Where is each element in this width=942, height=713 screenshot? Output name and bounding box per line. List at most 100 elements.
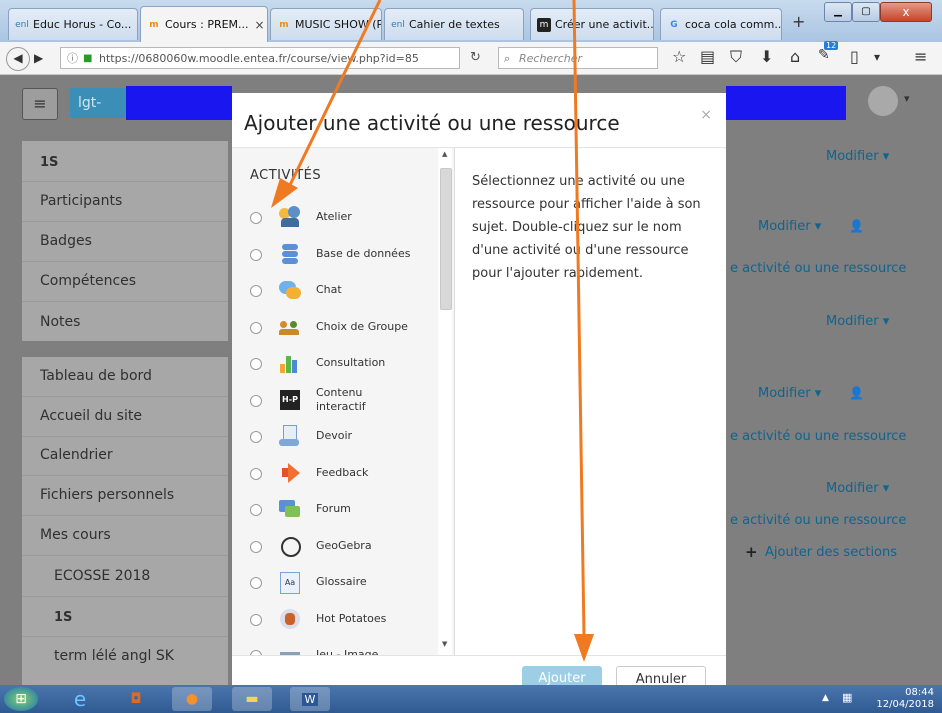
activity-label: Feedback [316, 466, 369, 479]
activity-radio[interactable] [250, 358, 262, 370]
activity-option[interactable]: H-P Contenu interactif [232, 385, 438, 415]
activity-option[interactable]: Jeu - Image [232, 640, 438, 656]
sidebar-item-private-files[interactable]: Fichiers personnels [40, 487, 174, 503]
activity-radio[interactable] [250, 431, 262, 443]
scroll-up-icon[interactable]: ▲ [442, 150, 447, 158]
activity-option[interactable]: Chat [232, 275, 438, 305]
tray-arrow-icon[interactable]: ▲ [822, 693, 829, 703]
forward-button[interactable]: ▶ [34, 51, 43, 65]
activity-radio[interactable] [250, 577, 262, 589]
word-icon[interactable]: W [290, 687, 330, 711]
user-icon: 👤 [849, 219, 864, 233]
back-button[interactable]: ◀ [6, 47, 30, 71]
tab-coca-cola[interactable]: Gcoca cola comm... [660, 8, 782, 40]
sidebar-item-course-term[interactable]: term lélé angl SK [54, 648, 174, 664]
activity-option[interactable]: Aa Glossaire [232, 567, 438, 597]
sidebar-item-site-home[interactable]: Accueil du site [40, 408, 142, 424]
pocket-icon[interactable]: ⛉ [730, 47, 742, 67]
activity-option[interactable]: Forum [232, 494, 438, 524]
activity-option[interactable]: Consultation [232, 348, 438, 378]
sidebar-item-my-courses[interactable]: Mes cours [40, 527, 111, 543]
sidebar-item-dashboard[interactable]: Tableau de bord [40, 368, 152, 384]
sidebar-item-competences[interactable]: Compétences [40, 273, 136, 289]
start-button[interactable]: ⊞ [4, 687, 38, 711]
url-bar[interactable]: ⓘ ■ https://0680060w.moodle.entea.fr/cou… [60, 47, 460, 69]
dialog-body: ACTIVITÉS Atelier Base de données Chat Choi… [232, 147, 726, 656]
sidebar-item-badges[interactable]: Badges [40, 233, 92, 249]
activity-option[interactable]: Base de données [232, 239, 438, 269]
activity-radio[interactable] [250, 322, 262, 334]
list-scrollbar[interactable]: ▲ ▼ [438, 148, 452, 656]
tab-label: coca cola comm... [685, 18, 782, 31]
avatar[interactable] [868, 86, 898, 116]
add-activity-link[interactable]: e activité ou une ressource [730, 513, 906, 528]
activity-label: Choix de Groupe [316, 320, 408, 333]
sidebar-item-1s[interactable]: 1S [40, 155, 58, 170]
internet-explorer-icon[interactable]: e [60, 687, 100, 711]
nav-drawer-button[interactable]: ≡ [22, 88, 58, 120]
site-name[interactable]: lgt- [70, 88, 130, 118]
activity-radio[interactable] [250, 285, 262, 297]
activity-option[interactable]: GeoGebra [232, 531, 438, 561]
activity-option[interactable]: Devoir [232, 421, 438, 451]
activity-radio[interactable] [250, 541, 262, 553]
activity-option[interactable]: Atelier [232, 202, 438, 232]
activity-option[interactable]: Feedback [232, 458, 438, 488]
edit-menu[interactable]: Modifier ▾ [758, 219, 821, 234]
divider [22, 475, 228, 476]
minimize-button[interactable]: ▁ [824, 2, 852, 22]
sidebar-item-course-1s[interactable]: 1S [54, 610, 72, 625]
bookmark-star-icon[interactable]: ☆ [672, 47, 686, 66]
tab-cahier-de-textes[interactable]: enl Cahier de textes [384, 8, 524, 40]
new-tab-button[interactable]: + [792, 12, 805, 31]
hamburger-menu-icon[interactable]: ≡ [914, 47, 927, 66]
sidebar-item-course-ecosse[interactable]: ECOSSE 2018 [54, 568, 150, 584]
chevron-down-icon[interactable]: ▾ [904, 92, 910, 105]
extension-icon[interactable]: ✎ 12 [818, 41, 839, 63]
download-icon[interactable]: ⬇ [760, 47, 773, 66]
file-explorer-icon[interactable]: ▬ [232, 687, 272, 711]
activity-option[interactable]: Choix de Groupe [232, 312, 438, 342]
info-icon[interactable]: ⓘ [67, 48, 78, 68]
sidebar-item-notes[interactable]: Notes [40, 314, 80, 330]
close-tab-icon[interactable]: × [249, 18, 265, 32]
edit-menu[interactable]: Modifier ▾ [758, 386, 821, 401]
activity-radio[interactable] [250, 468, 262, 480]
sidebar-item-participants[interactable]: Participants [40, 193, 122, 209]
firefox-icon[interactable]: ● [172, 687, 212, 711]
scroll-down-icon[interactable]: ▼ [442, 640, 447, 648]
chevron-down-icon[interactable]: ▾ [874, 50, 880, 64]
maximize-button[interactable]: ▢ [852, 2, 880, 22]
scroll-thumb[interactable] [440, 168, 452, 310]
add-activity-link[interactable]: e activité ou une ressource [730, 429, 906, 444]
activity-radio[interactable] [250, 249, 262, 261]
tab-creer-activite[interactable]: m Créer une activit... [530, 8, 654, 40]
reload-icon[interactable]: ↻ [470, 50, 481, 65]
clock[interactable]: 08:44 12/04/2018 [876, 687, 934, 711]
close-icon[interactable]: × [700, 107, 712, 123]
tab-cours[interactable]: m Cours : PREM... × [140, 6, 268, 42]
home-icon[interactable]: ⌂ [790, 47, 800, 66]
tab-label: Cours : PREM... [165, 18, 249, 31]
edit-menu[interactable]: Modifier ▾ [826, 314, 889, 329]
edit-menu[interactable]: Modifier ▾ [826, 149, 889, 164]
sidebar-item-calendar[interactable]: Calendrier [40, 447, 113, 463]
activity-radio[interactable] [250, 614, 262, 626]
reading-list-icon[interactable]: ▤ [700, 47, 715, 66]
network-icon[interactable]: ▦ [842, 691, 852, 704]
activity-radio[interactable] [250, 212, 262, 224]
tab-educ-horus[interactable]: enl Educ Horus - Co... [8, 8, 138, 40]
sidebar-icon[interactable]: ▯ [850, 47, 859, 66]
outlook-icon[interactable]: ◘ [116, 687, 156, 711]
activity-option[interactable]: Hot Potatoes [232, 604, 438, 634]
tab-music-show[interactable]: m MUSIC SHOW (P... [270, 8, 382, 40]
divider [22, 555, 228, 556]
add-sections-link[interactable]: Ajouter des sections [765, 545, 897, 560]
activity-radio[interactable] [250, 504, 262, 516]
activity-radio[interactable] [250, 395, 262, 407]
add-activity-link[interactable]: e activité ou une ressource [730, 261, 906, 276]
user-icon: 👤 [849, 386, 864, 400]
search-input[interactable]: ⌕ Rechercher [498, 47, 658, 69]
close-window-button[interactable]: x [880, 2, 932, 22]
edit-menu[interactable]: Modifier ▾ [826, 481, 889, 496]
